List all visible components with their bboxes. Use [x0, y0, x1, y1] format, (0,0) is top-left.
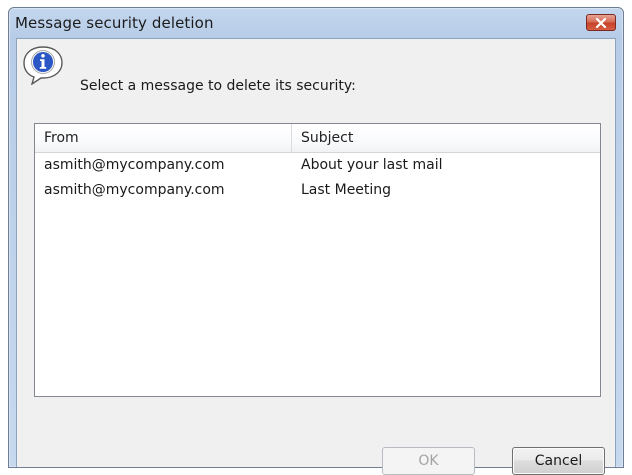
info-icon [23, 46, 63, 85]
row-subject: Last Meeting [301, 182, 392, 198]
dialog-body: Select a message to delete its security:… [16, 38, 616, 475]
list-header: From Subject [35, 124, 600, 153]
ok-button[interactable]: OK [382, 447, 475, 475]
column-header-subject[interactable]: Subject [292, 124, 600, 152]
dialog-window: Message security deletion Select a messa… [8, 7, 624, 475]
cancel-button[interactable]: Cancel [512, 447, 605, 475]
row-from: asmith@mycompany.com [44, 157, 225, 173]
table-row[interactable]: asmith@mycompany.com Last Meeting [35, 178, 600, 203]
table-row[interactable]: asmith@mycompany.com About your last mai… [35, 153, 600, 178]
window-title: Message security deletion [15, 14, 214, 32]
column-header-from[interactable]: From [35, 124, 292, 152]
close-button[interactable] [586, 14, 616, 31]
close-icon [595, 17, 607, 28]
prompt-text: Select a message to delete its security: [80, 78, 356, 94]
message-list[interactable]: From Subject asmith@mycompany.com About … [34, 123, 601, 397]
title-bar[interactable]: Message security deletion [9, 8, 623, 38]
row-subject: About your last mail [301, 157, 443, 173]
row-from: asmith@mycompany.com [44, 182, 225, 198]
